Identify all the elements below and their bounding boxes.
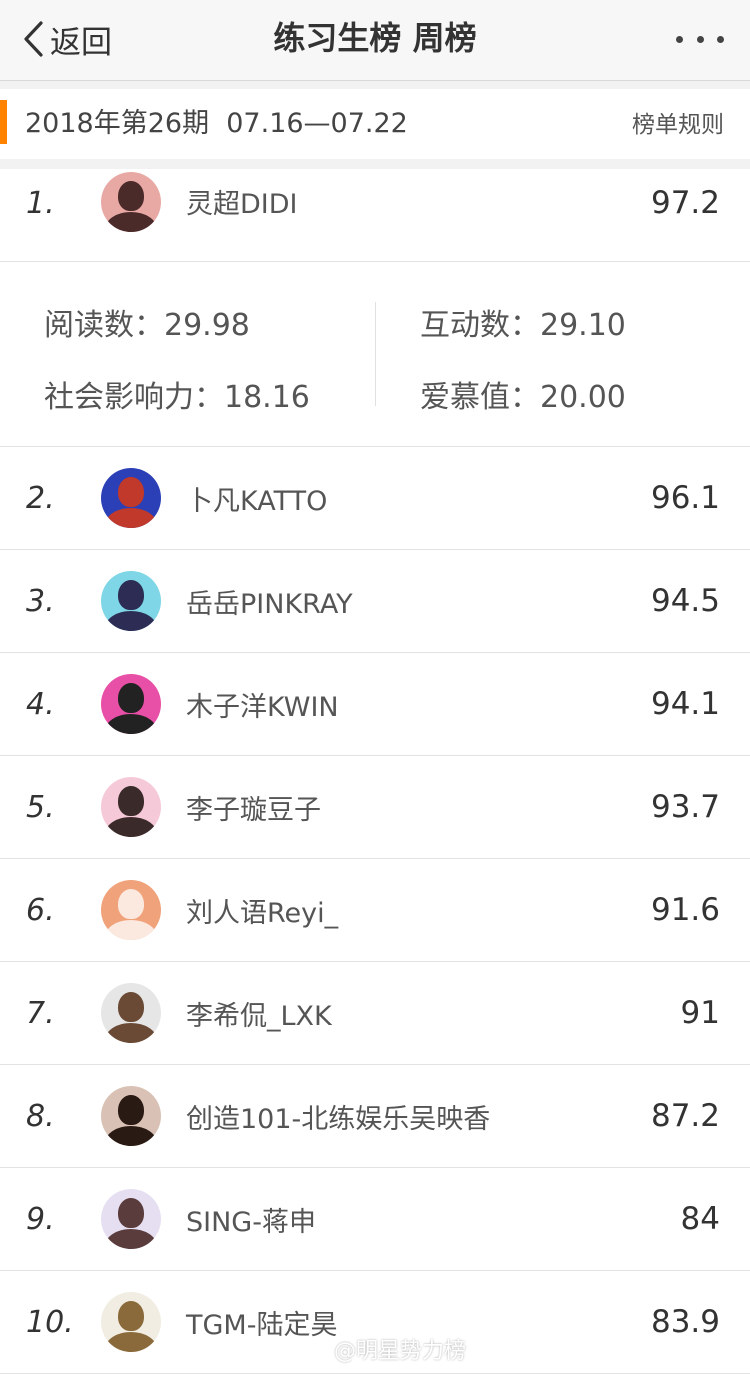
score: 94.1 <box>650 686 720 722</box>
page-title: 练习生榜 周榜 <box>273 19 477 57</box>
more-dots-icon <box>676 35 683 43</box>
avatar[interactable] <box>101 468 161 528</box>
avatar-body <box>105 1126 157 1146</box>
ranking-row[interactable]: 7. 李希侃_LXK 91 <box>0 962 750 1065</box>
ranking-rules-link[interactable]: 榜单规则 <box>632 89 724 159</box>
rank-number: 1. <box>26 185 55 221</box>
score: 97.2 <box>650 185 720 221</box>
user-name: 灵超DIDI <box>186 188 298 220</box>
avatar-head <box>118 1095 144 1125</box>
rank-number: 3. <box>26 583 55 619</box>
love-value-number: 20.00 <box>540 380 626 415</box>
user-name: 卜凡KATTO <box>186 485 328 517</box>
score: 94.5 <box>650 583 720 619</box>
rank-number: 9. <box>26 1201 55 1237</box>
avatar-head <box>118 683 144 713</box>
watermark-text: @明星势力榜 <box>334 1339 467 1364</box>
navigation-bar: 返回 练习生榜 周榜 <box>0 0 750 81</box>
period-issue: 2018年第26期 <box>25 108 210 139</box>
user-name: 木子洋KWIN <box>186 691 339 723</box>
rank-number: 7. <box>26 995 55 1031</box>
rank-number: 6. <box>26 892 55 928</box>
avatar-head <box>118 1198 144 1228</box>
avatar[interactable] <box>101 777 161 837</box>
avatar-head <box>118 1301 144 1331</box>
avatar-head <box>118 580 144 610</box>
avatar[interactable] <box>101 172 161 232</box>
weibo-icon <box>303 1341 328 1359</box>
section-gap <box>0 159 750 169</box>
score: 96.1 <box>650 480 720 516</box>
avatar-body <box>105 1332 157 1352</box>
watermark: @明星势力榜 <box>302 1334 466 1364</box>
avatar-head <box>118 992 144 1022</box>
rank-number: 10. <box>26 1304 74 1340</box>
stats-divider <box>375 302 376 406</box>
rank-number: 5. <box>26 789 55 825</box>
more-options-button[interactable] <box>676 26 724 52</box>
avatar[interactable] <box>101 1189 161 1249</box>
period-label: 2018年第26期 07.16—07.22 <box>25 89 408 159</box>
user-name: SING-蒋申 <box>186 1206 316 1238</box>
love-value: 爱慕值：20.00 <box>420 372 626 416</box>
social-influence-value: 18.16 <box>224 380 310 415</box>
ranking-row[interactable]: 6. 刘人语Reyi_ 91.6 <box>0 859 750 962</box>
score: 91 <box>680 995 720 1031</box>
avatar-body <box>105 817 157 837</box>
ranking-row[interactable]: 2. 卜凡KATTO 96.1 <box>0 447 750 550</box>
avatar[interactable] <box>101 983 161 1043</box>
score: 83.9 <box>650 1304 720 1340</box>
period-accent-bar <box>0 100 7 144</box>
period-range: 07.16—07.22 <box>226 108 408 139</box>
rank-number: 4. <box>26 686 55 722</box>
section-gap <box>0 81 750 89</box>
score: 84 <box>680 1201 720 1237</box>
avatar-body <box>105 508 157 528</box>
avatar-body <box>105 611 157 631</box>
interaction-count: 互动数：29.10 <box>420 300 626 344</box>
interaction-count-value: 29.10 <box>540 308 626 343</box>
social-influence-label: 社会影响力： <box>44 380 224 415</box>
read-count: 阅读数：29.98 <box>44 300 250 344</box>
avatar[interactable] <box>101 674 161 734</box>
read-count-label: 阅读数： <box>44 308 164 343</box>
ranking-row[interactable]: 3. 岳岳PINKRAY 94.5 <box>0 550 750 653</box>
ranking-row[interactable]: 8. 创造101-北练娱乐吴映香 87.2 <box>0 1065 750 1168</box>
user-name: 李子璇豆子 <box>186 794 321 826</box>
avatar-head <box>118 889 144 919</box>
ranking-row[interactable]: 1. 灵超DIDI 97.2 <box>0 169 750 262</box>
avatar-body <box>105 714 157 734</box>
user-name: 岳岳PINKRAY <box>186 588 353 620</box>
score: 91.6 <box>650 892 720 928</box>
avatar-body <box>105 1023 157 1043</box>
score: 93.7 <box>650 789 720 825</box>
user-name: 创造101-北练娱乐吴映香 <box>186 1103 491 1135</box>
avatar-head <box>118 181 144 211</box>
avatar-head <box>118 477 144 507</box>
interaction-count-label: 互动数： <box>420 308 540 343</box>
avatar-head <box>118 786 144 816</box>
avatar[interactable] <box>101 880 161 940</box>
rank-number: 2. <box>26 480 55 516</box>
score: 87.2 <box>650 1098 720 1134</box>
avatar-body <box>105 1229 157 1249</box>
ranking-list: 1. 灵超DIDI 97.2 阅读数：29.98 社会影响力：18.16 互动数：29.1… <box>0 169 750 1374</box>
avatar[interactable] <box>101 1292 161 1352</box>
avatar[interactable] <box>101 571 161 631</box>
avatar-body <box>105 212 157 232</box>
social-influence: 社会影响力：18.16 <box>44 372 310 416</box>
ranking-row[interactable]: 9. SING-蒋申 84 <box>0 1168 750 1271</box>
read-count-value: 29.98 <box>164 308 250 343</box>
user-name: 李希侃_LXK <box>186 1000 332 1032</box>
more-dot <box>717 35 724 43</box>
love-value-label: 爱慕值： <box>420 380 540 415</box>
first-entry-stats-panel: 阅读数：29.98 社会影响力：18.16 互动数：29.10 爱慕值：20.00 <box>0 262 750 447</box>
more-dot <box>696 35 704 43</box>
avatar-body <box>105 920 157 940</box>
ranking-row[interactable]: 4. 木子洋KWIN 94.1 <box>0 653 750 756</box>
rank-number: 8. <box>26 1098 55 1134</box>
ranking-row[interactable]: 5. 李子璇豆子 93.7 <box>0 756 750 859</box>
user-name: 刘人语Reyi_ <box>186 897 339 929</box>
avatar[interactable] <box>101 1086 161 1146</box>
